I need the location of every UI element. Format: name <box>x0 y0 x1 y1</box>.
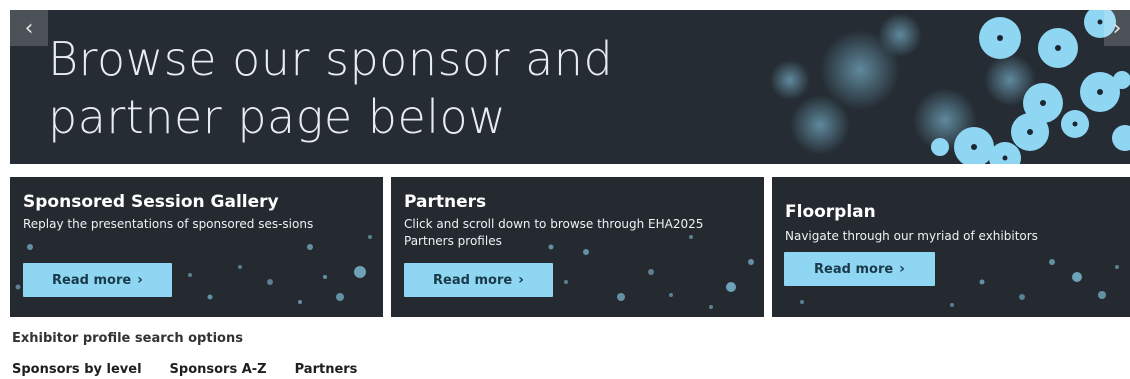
tab-sponsors-a-z[interactable]: Sponsors A-Z <box>170 362 267 377</box>
hero-title: Browse our sponsor and partner page belo… <box>48 30 613 146</box>
card-title: Partners <box>404 192 487 212</box>
search-options-heading: Exhibitor profile search options <box>12 331 243 346</box>
cell-illustration <box>770 10 1130 164</box>
card-title: Floorplan <box>785 202 876 222</box>
card-partners: Partners Click and scroll down to browse… <box>391 177 764 317</box>
chevron-right-icon: › <box>899 261 905 277</box>
card-description: Replay the presentations of sponsored se… <box>23 217 314 231</box>
chevron-right-icon: › <box>137 272 143 288</box>
hero-title-line1: Browse our sponsor and <box>48 32 614 86</box>
tab-partners[interactable]: Partners <box>295 362 358 377</box>
read-more-button[interactable]: Read more › <box>23 263 172 297</box>
chevron-left-icon: ‹ <box>24 15 34 41</box>
card-description: Navigate through our myriad of exhibitor… <box>785 229 1038 243</box>
carousel-next-button[interactable]: › <box>1104 10 1130 46</box>
read-more-label: Read more <box>52 272 132 288</box>
tab-sponsors-by-level[interactable]: Sponsors by level <box>12 362 142 377</box>
hero-banner: Browse our sponsor and partner page belo… <box>10 10 1130 164</box>
card-floorplan: Floorplan Navigate through our myriad of… <box>772 177 1130 317</box>
hero-title-line2: partner page below <box>48 90 507 144</box>
card-title: Sponsored Session Gallery <box>23 192 279 212</box>
chevron-right-icon: › <box>1112 15 1122 41</box>
read-more-button[interactable]: Read more › <box>404 263 553 297</box>
carousel-prev-button[interactable]: ‹ <box>10 10 48 46</box>
search-tabs: Sponsors by level Sponsors A-Z Partners <box>12 362 357 377</box>
read-more-label: Read more <box>433 272 513 288</box>
card-sponsored-session-gallery: Sponsored Session Gallery Replay the pre… <box>10 177 383 317</box>
read-more-label: Read more <box>814 261 894 277</box>
chevron-right-icon: › <box>518 272 524 288</box>
card-description: Click and scroll down to browse through … <box>404 217 704 248</box>
read-more-button[interactable]: Read more › <box>784 252 935 286</box>
